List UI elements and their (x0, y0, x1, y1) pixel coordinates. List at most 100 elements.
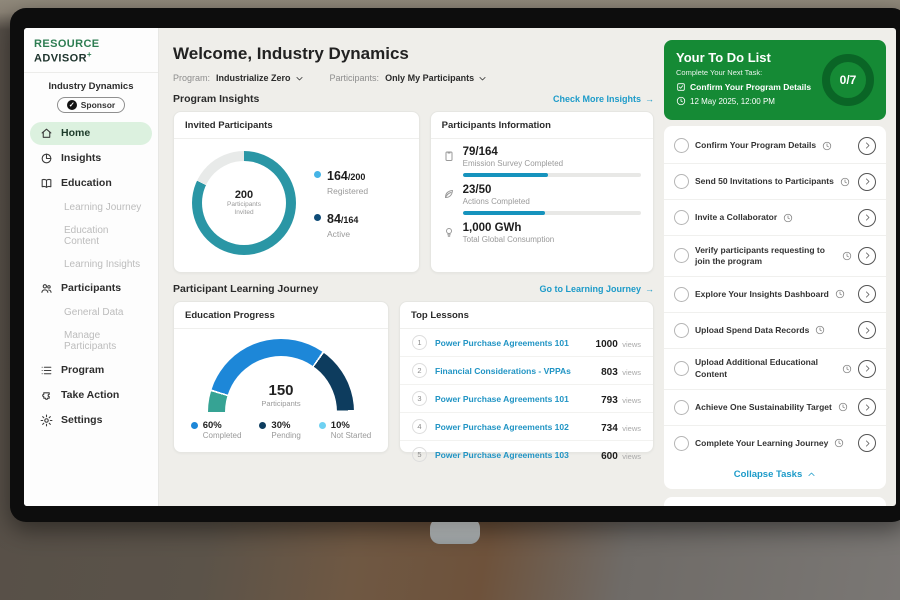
lesson-link[interactable]: Power Purchase Agreements 101 (435, 394, 593, 404)
task-detail-button[interactable] (858, 398, 876, 416)
program-icon (40, 364, 53, 377)
task-detail-button[interactable] (858, 285, 876, 303)
legend-dot-icon (259, 422, 266, 429)
sidebar-item-label: Program (61, 364, 104, 376)
clock-icon (834, 438, 844, 448)
clock-icon (840, 177, 850, 187)
todo-subtitle: Complete Your Next Task: (676, 68, 811, 77)
task-checkbox[interactable] (674, 210, 689, 225)
task-detail-button[interactable] (858, 137, 876, 155)
task-checkbox[interactable] (674, 361, 689, 376)
sponsor-badge: ✓ Sponsor (57, 97, 125, 113)
program-filter-select[interactable]: Industrialize Zero (216, 73, 304, 83)
clock-icon (835, 289, 845, 299)
home-icon (40, 127, 53, 140)
lesson-row: 4 Power Purchase Agreements 102 734 view… (400, 413, 653, 441)
participants-filter-select[interactable]: Only My Participants (385, 73, 487, 83)
lesson-rank: 2 (412, 363, 427, 378)
todo-task-row: Complete Your Learning Journey (664, 426, 886, 461)
collapse-tasks-label: Collapse Tasks (734, 469, 802, 480)
legend-dot-icon (314, 214, 321, 221)
sidebar-item-learning-insights[interactable]: Learning Insights (30, 254, 152, 275)
task-checkbox[interactable] (674, 287, 689, 302)
clock-icon (838, 402, 848, 412)
todo-next-task: Confirm Your Program Details (690, 82, 811, 92)
lesson-rank: 3 (412, 391, 427, 406)
clock-icon (842, 251, 852, 261)
sponsor-icon: ✓ (67, 100, 77, 110)
sidebar-item-participants[interactable]: Participants (30, 277, 152, 300)
task-checkbox[interactable] (674, 138, 689, 153)
lesson-link[interactable]: Power Purchase Agreements 103 (435, 450, 593, 460)
actions-icon (443, 187, 455, 199)
sidebar-item-settings[interactable]: Settings (30, 409, 152, 432)
task-detail-button[interactable] (858, 173, 876, 191)
lesson-link[interactable]: Financial Considerations - VPPAs (435, 366, 593, 376)
sidebar-item-education-content[interactable]: Education Content (30, 220, 152, 252)
sidebar-nav: HomeInsightsEducation Learning Journey Edu… (24, 121, 158, 433)
task-label: Confirm Your Program Details (695, 140, 816, 151)
sidebar-item-label: Take Action (61, 389, 119, 401)
gauge-center-label: Participants (261, 399, 300, 408)
stat-label: Emission Survey Completed (463, 159, 563, 168)
participant-stats: 79/164 Emission Survey Completed 23/50 A… (431, 139, 653, 244)
task-checkbox[interactable] (674, 248, 689, 263)
sidebar-item-take-action[interactable]: Take Action (30, 384, 152, 407)
todo-task-row: Achieve One Sustainability Target (664, 390, 886, 426)
lesson-rank: 4 (412, 419, 427, 434)
task-checkbox[interactable] (674, 400, 689, 415)
legend-label: Completed (203, 431, 242, 440)
lesson-row: 1 Power Purchase Agreements 101 1000 vie… (400, 329, 653, 357)
stat-row: 23/50 Actions Completed (431, 177, 653, 215)
task-label: Achieve One Sustainability Target (695, 402, 832, 413)
task-checkbox[interactable] (674, 436, 689, 451)
check-more-insights-label: Check More Insights (553, 94, 641, 104)
sidebar-item-learning-journey[interactable]: Learning Journey (30, 197, 152, 218)
insights-icon (40, 152, 53, 165)
sidebar-item-label: Participants (61, 282, 121, 294)
logo-plus: + (87, 50, 92, 59)
donut-center-value: 200 (235, 189, 253, 201)
go-to-learning-journey-link[interactable]: Go to Learning Journey → (539, 284, 654, 294)
legend-label: Not Started (331, 431, 371, 440)
sidebar-item-home[interactable]: Home (30, 122, 152, 145)
app-logo: RESOURCE ADVISOR+ (24, 28, 158, 73)
clock-icon (842, 364, 852, 374)
collapse-tasks-link[interactable]: Collapse Tasks (664, 461, 886, 487)
task-detail-button[interactable] (858, 434, 876, 452)
sidebar-item-manage-participants[interactable]: Manage Participants (30, 325, 152, 357)
consumption-icon (443, 225, 455, 237)
sidebar-item-education[interactable]: Education (30, 172, 152, 195)
todo-task-row: Invite a Collaborator (664, 200, 886, 236)
task-detail-button[interactable] (858, 247, 876, 265)
settings-icon (40, 414, 53, 427)
lesson-views: 803 views (601, 362, 641, 380)
todo-task-row: Explore Your Insights Dashboard (664, 277, 886, 313)
check-more-insights-link[interactable]: Check More Insights → (553, 94, 654, 104)
legend-dot-icon (319, 422, 326, 429)
legend-label: Registered (327, 186, 368, 196)
task-checkbox[interactable] (674, 174, 689, 189)
education-icon (40, 177, 53, 190)
education-progress-card: Education Progress 150 Participants 60% … (173, 301, 389, 453)
lesson-link[interactable]: Power Purchase Agreements 102 (435, 422, 593, 432)
task-detail-button[interactable] (858, 321, 876, 339)
participants-information-card: Participants Information 79/164 Emission… (430, 111, 654, 273)
lesson-rank: 5 (412, 447, 427, 462)
take-action-icon (40, 389, 53, 402)
stat-row: 1,000 GWh Total Global Consumption (431, 215, 653, 244)
task-detail-button[interactable] (858, 360, 876, 378)
donut-center-label: Participants Invited (220, 201, 268, 218)
sidebar-item-program[interactable]: Program (30, 359, 152, 382)
sidebar-item-insights[interactable]: Insights (30, 147, 152, 170)
task-checkbox[interactable] (674, 323, 689, 338)
sidebar-item-label: Learning Journey (64, 202, 141, 213)
lesson-link[interactable]: Power Purchase Agreements 101 (435, 338, 588, 348)
legend-dot-icon (191, 422, 198, 429)
go-to-learning-journey-label: Go to Learning Journey (539, 284, 641, 294)
lesson-row: 3 Power Purchase Agreements 101 793 view… (400, 385, 653, 413)
legend-percent: 60% (203, 420, 242, 431)
todo-task-row: Upload Additional Educational Content (664, 349, 886, 390)
sidebar-item-general-data[interactable]: General Data (30, 302, 152, 323)
task-detail-button[interactable] (858, 209, 876, 227)
